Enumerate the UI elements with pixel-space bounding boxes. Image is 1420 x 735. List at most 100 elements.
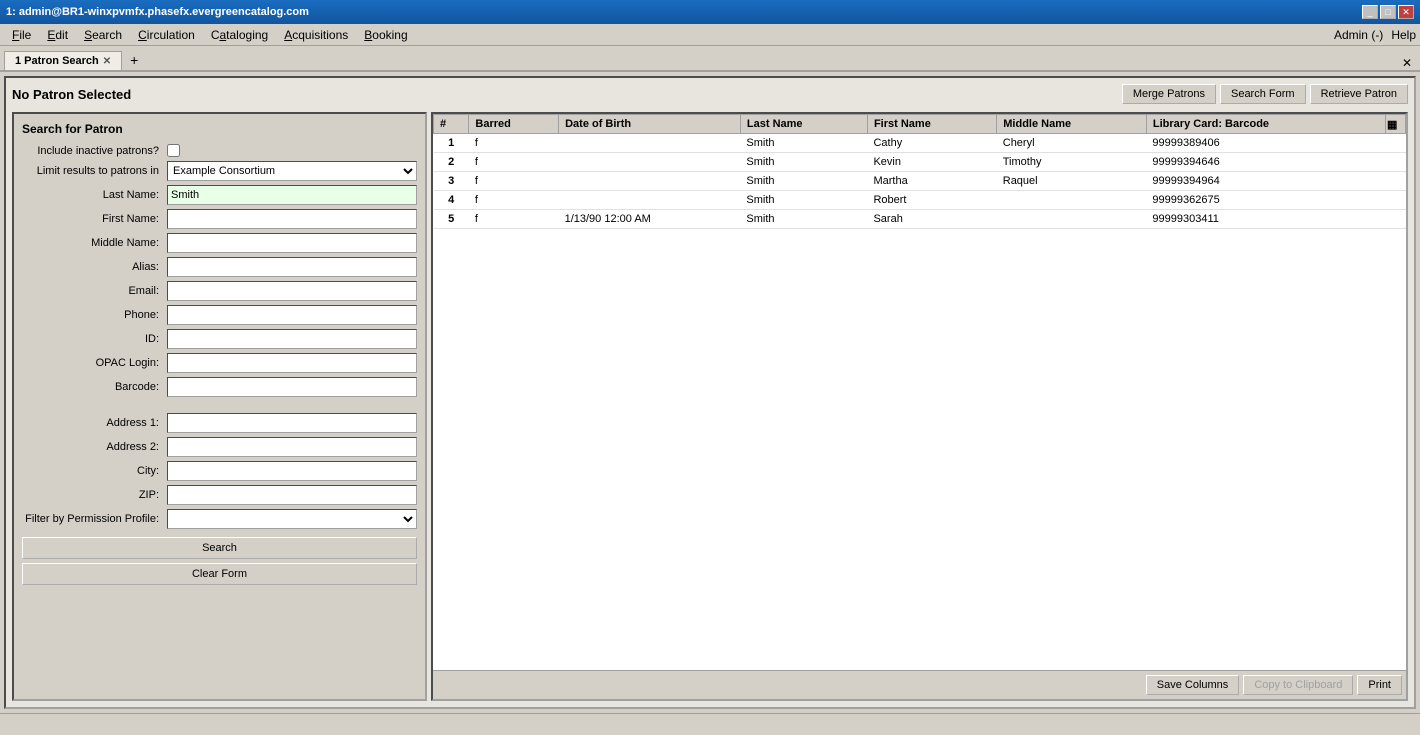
menu-search[interactable]: Search xyxy=(76,26,130,44)
menu-edit[interactable]: Edit xyxy=(39,26,76,44)
cell-firstname: Robert xyxy=(867,191,996,210)
menu-booking[interactable]: Booking xyxy=(356,26,415,44)
email-input[interactable] xyxy=(167,281,417,301)
filter-profile-label: Filter by Permission Profile: xyxy=(22,513,167,525)
opac-login-label: OPAC Login: xyxy=(22,357,167,369)
retrieve-patron-button[interactable]: Retrieve Patron xyxy=(1310,84,1408,104)
cell-num: 3 xyxy=(434,172,469,191)
patron-search-tab[interactable]: 1 Patron Search ✕ xyxy=(4,51,122,70)
results-tbody: 1 f Smith Cathy Cheryl 99999389406 2 f S… xyxy=(434,134,1406,229)
results-table-container[interactable]: # Barred Date of Birth Last Name First N… xyxy=(433,114,1406,670)
cell-middlename: Timothy xyxy=(997,153,1147,172)
cell-num: 1 xyxy=(434,134,469,153)
search-form-button[interactable]: Search Form xyxy=(1220,84,1306,104)
cell-middlename: Raquel xyxy=(997,172,1147,191)
col-resize-handle[interactable]: ▦ xyxy=(1386,115,1406,134)
maximize-button[interactable]: □ xyxy=(1380,5,1396,19)
cell-lastname: Smith xyxy=(740,134,867,153)
cell-middlename: Cheryl xyxy=(997,134,1147,153)
include-inactive-label: Include inactive patrons? xyxy=(22,145,167,157)
menu-file[interactable]: File xyxy=(4,26,39,44)
city-input[interactable] xyxy=(167,461,417,481)
title-text: 1: admin@BR1-winxpvmfx.phasefx.evergreen… xyxy=(6,6,309,18)
cell-dob xyxy=(559,134,741,153)
cell-firstname: Cathy xyxy=(867,134,996,153)
search-panel-title: Search for Patron xyxy=(22,122,417,136)
limit-results-label: Limit results to patrons in xyxy=(22,165,167,177)
cell-middlename xyxy=(997,191,1147,210)
add-tab-button[interactable]: + xyxy=(124,50,144,70)
barcode-input[interactable] xyxy=(167,377,417,397)
zip-input[interactable] xyxy=(167,485,417,505)
last-name-row: Last Name: xyxy=(22,185,417,205)
cell-empty xyxy=(1386,210,1406,229)
menu-right: Admin (-) Help xyxy=(1334,28,1416,42)
middle-name-input[interactable] xyxy=(167,233,417,253)
col-header-num[interactable]: # xyxy=(434,115,469,134)
alias-row: Alias: xyxy=(22,257,417,277)
first-name-label: First Name: xyxy=(22,213,167,225)
menu-acquisitions[interactable]: Acquisitions xyxy=(276,26,356,44)
opac-login-input[interactable] xyxy=(167,353,417,373)
col-header-firstname[interactable]: First Name xyxy=(867,115,996,134)
merge-patrons-button[interactable]: Merge Patrons xyxy=(1122,84,1216,104)
cell-num: 4 xyxy=(434,191,469,210)
tab-close-icon[interactable]: ✕ xyxy=(103,56,111,67)
results-table: # Barred Date of Birth Last Name First N… xyxy=(433,114,1406,229)
col-header-lastname[interactable]: Last Name xyxy=(740,115,867,134)
cell-lastname: Smith xyxy=(740,172,867,191)
zip-label: ZIP: xyxy=(22,489,167,501)
menu-circulation[interactable]: Circulation xyxy=(130,26,203,44)
help-menu[interactable]: Help xyxy=(1391,28,1416,42)
clear-form-button[interactable]: Clear Form xyxy=(22,563,417,585)
cell-empty xyxy=(1386,134,1406,153)
title-bar: 1: admin@BR1-winxpvmfx.phasefx.evergreen… xyxy=(0,0,1420,24)
alias-input[interactable] xyxy=(167,257,417,277)
zip-row: ZIP: xyxy=(22,485,417,505)
minimize-button[interactable]: _ xyxy=(1362,5,1378,19)
table-row[interactable]: 5 f 1/13/90 12:00 AM Smith Sarah 9999930… xyxy=(434,210,1406,229)
last-name-input[interactable] xyxy=(167,185,417,205)
split-area: Search for Patron Include inactive patro… xyxy=(12,112,1408,701)
col-header-middlename[interactable]: Middle Name xyxy=(997,115,1147,134)
admin-menu[interactable]: Admin (-) xyxy=(1334,28,1383,42)
search-button[interactable]: Search xyxy=(22,537,417,559)
no-patron-label: No Patron Selected xyxy=(12,87,131,102)
cell-dob: 1/13/90 12:00 AM xyxy=(559,210,741,229)
cell-firstname: Sarah xyxy=(867,210,996,229)
copy-to-clipboard-button[interactable]: Copy to Clipboard xyxy=(1243,675,1353,695)
window-close-icon[interactable]: ✕ xyxy=(1402,56,1416,70)
cell-firstname: Martha xyxy=(867,172,996,191)
address1-input[interactable] xyxy=(167,413,417,433)
menu-items: File Edit Search Circulation Cataloging … xyxy=(4,26,416,44)
first-name-input[interactable] xyxy=(167,209,417,229)
top-info-bar: No Patron Selected Merge Patrons Search … xyxy=(12,84,1408,104)
col-header-barred[interactable]: Barred xyxy=(469,115,559,134)
table-row[interactable]: 4 f Smith Robert 99999362675 xyxy=(434,191,1406,210)
cell-num: 5 xyxy=(434,210,469,229)
alias-label: Alias: xyxy=(22,261,167,273)
barcode-row: Barcode: xyxy=(22,377,417,397)
filter-profile-select[interactable] xyxy=(167,509,417,529)
col-header-dob[interactable]: Date of Birth xyxy=(559,115,741,134)
id-row: ID: xyxy=(22,329,417,349)
city-label: City: xyxy=(22,465,167,477)
close-button[interactable]: ✕ xyxy=(1398,5,1414,19)
cell-dob xyxy=(559,191,741,210)
cell-barred: f xyxy=(469,191,559,210)
table-row[interactable]: 3 f Smith Martha Raquel 99999394964 xyxy=(434,172,1406,191)
middle-name-row: Middle Name: xyxy=(22,233,417,253)
phone-input[interactable] xyxy=(167,305,417,325)
save-columns-button[interactable]: Save Columns xyxy=(1146,675,1240,695)
table-row[interactable]: 1 f Smith Cathy Cheryl 99999389406 xyxy=(434,134,1406,153)
opac-login-row: OPAC Login: xyxy=(22,353,417,373)
print-button[interactable]: Print xyxy=(1357,675,1402,695)
id-input[interactable] xyxy=(167,329,417,349)
menu-cataloging[interactable]: Cataloging xyxy=(203,26,276,44)
include-inactive-checkbox[interactable] xyxy=(167,144,180,157)
table-row[interactable]: 2 f Smith Kevin Timothy 99999394646 xyxy=(434,153,1406,172)
col-header-barcode[interactable]: Library Card: Barcode xyxy=(1146,115,1385,134)
address2-input[interactable] xyxy=(167,437,417,457)
limit-results-select[interactable]: Example Consortium xyxy=(167,161,417,181)
cell-lastname: Smith xyxy=(740,153,867,172)
